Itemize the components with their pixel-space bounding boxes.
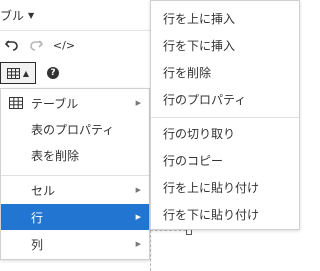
menu-item-label: 行 xyxy=(31,210,44,225)
submenu-item-label: 行のプロパティ xyxy=(163,92,247,107)
menu-item-label: セル xyxy=(31,183,56,198)
submenu-item-label: 行を上に貼り付け xyxy=(163,180,260,195)
menu-item-delete-table[interactable]: 表を削除 xyxy=(1,142,149,168)
toolbar-row-2: ▲ ? xyxy=(0,60,150,86)
table-icon xyxy=(9,97,23,109)
menu-item-label: 表を削除 xyxy=(31,148,80,163)
chevron-right-icon: ▶ xyxy=(135,99,141,107)
redo-button[interactable] xyxy=(26,34,46,56)
menu-item-label: 列 xyxy=(31,237,44,252)
table-menu: テーブル ▶ 表のプロパティ 表を削除 セル ▶ 行 ▶ 列 ▶ xyxy=(0,88,150,260)
menu-item-table[interactable]: テーブル ▶ xyxy=(1,90,149,116)
help-icon: ? xyxy=(47,67,59,79)
submenu-item-label: 行のコピー xyxy=(163,153,224,168)
submenu-item-label: 行を下に挿入 xyxy=(163,38,236,53)
redo-icon xyxy=(30,40,43,51)
undo-icon xyxy=(5,40,18,51)
toolbar-row-1: </> xyxy=(0,32,150,58)
submenu-item-copy-row[interactable]: 行のコピー xyxy=(151,146,299,174)
submenu-item-insert-row-after[interactable]: 行を下に挿入 xyxy=(151,31,299,59)
row-submenu: 行を上に挿入 行を下に挿入 行を削除 行のプロパティ 行の切り取り 行のコピー … xyxy=(150,0,300,230)
menu-item-cell[interactable]: セル ▶ xyxy=(1,177,149,203)
menu-separator xyxy=(1,175,149,176)
menu-item-label: 表のプロパティ xyxy=(31,122,115,137)
menubar-table-label: ブル xyxy=(0,9,25,23)
code-icon: </> xyxy=(52,38,76,52)
help-button[interactable]: ? xyxy=(44,62,62,84)
submenu-item-delete-row[interactable]: 行を削除 xyxy=(151,58,299,86)
source-code-button[interactable]: </> xyxy=(52,34,76,56)
chevron-right-icon: ▶ xyxy=(135,186,141,194)
table-button[interactable]: ▲ xyxy=(0,62,36,84)
menubar: ブル ▼ xyxy=(0,0,150,31)
menubar-table[interactable]: ブル ▼ xyxy=(0,7,34,24)
submenu-item-label: 行を上に挿入 xyxy=(163,11,236,26)
menu-item-table-properties[interactable]: 表のプロパティ xyxy=(1,116,149,142)
submenu-item-paste-row-after[interactable]: 行を下に貼り付け xyxy=(151,200,299,228)
chevron-down-icon: ▼ xyxy=(28,11,35,20)
undo-button[interactable] xyxy=(2,34,22,56)
submenu-item-label: 行を下に貼り付け xyxy=(163,207,260,222)
menu-item-row[interactable]: 行 ▶ xyxy=(1,204,149,230)
submenu-item-label: 行の切り取り xyxy=(163,126,236,141)
submenu-item-label: 行を削除 xyxy=(163,65,212,80)
submenu-item-cut-row[interactable]: 行の切り取り xyxy=(151,119,299,147)
chevron-down-icon: ▲ xyxy=(22,68,30,78)
chevron-right-icon: ▶ xyxy=(135,213,141,221)
menu-item-label: テーブル xyxy=(31,96,79,111)
submenu-item-paste-row-before[interactable]: 行を上に貼り付け xyxy=(151,173,299,201)
submenu-separator xyxy=(151,117,299,118)
table-icon xyxy=(6,67,20,79)
menu-item-column[interactable]: 列 ▶ xyxy=(1,231,149,257)
submenu-item-insert-row-before[interactable]: 行を上に挿入 xyxy=(151,4,299,32)
chevron-right-icon: ▶ xyxy=(135,240,141,248)
submenu-item-row-properties[interactable]: 行のプロパティ xyxy=(151,85,299,113)
